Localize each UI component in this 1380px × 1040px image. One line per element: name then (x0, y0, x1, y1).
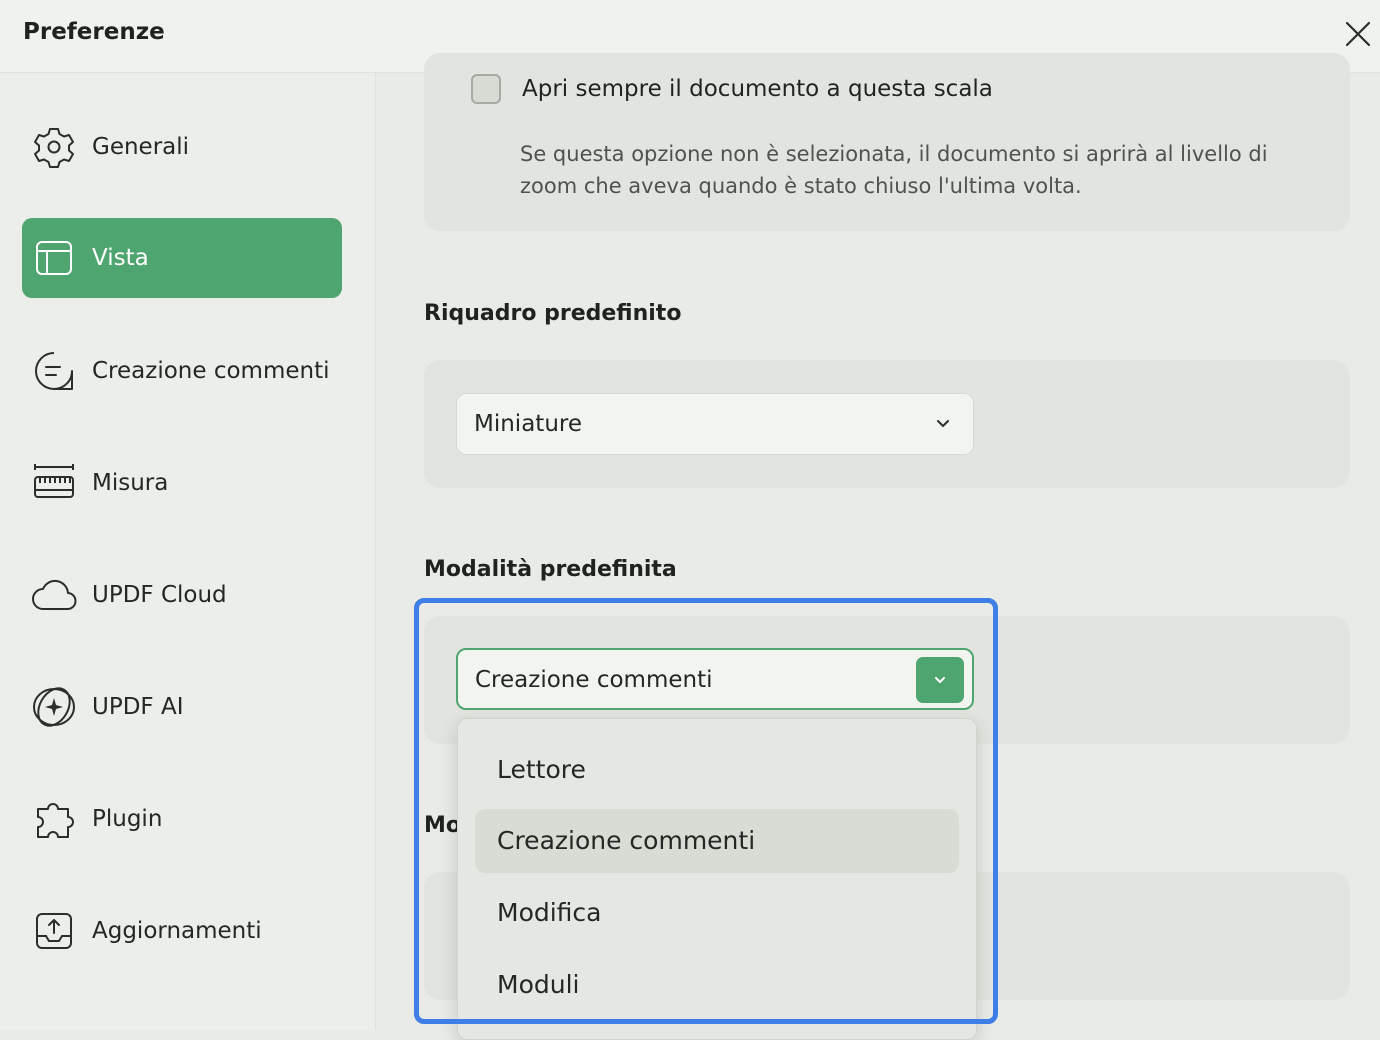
sidebar-item-generali[interactable]: Generali (22, 107, 342, 187)
default-mode-value: Creazione commenti (475, 667, 713, 693)
default-panel-heading: Riquadro predefinito (424, 301, 682, 326)
dropdown-toggle[interactable] (916, 657, 964, 703)
window-title: Preferenze (23, 19, 165, 45)
sidebar-item-updf-ai[interactable]: UPDF AI (22, 667, 342, 747)
ai-sparkle-icon (30, 683, 78, 731)
open-at-scale-checkbox[interactable] (471, 74, 501, 104)
sidebar: Generali Vista Creazione commenti Misura… (0, 73, 376, 1030)
option-modifica[interactable]: Modifica (475, 881, 959, 945)
cloud-icon (30, 571, 78, 619)
default-panel-select[interactable]: Miniature (456, 393, 974, 455)
sidebar-item-creazione-commenti[interactable]: Creazione commenti (22, 331, 342, 411)
sidebar-item-label: Generali (92, 134, 190, 160)
sidebar-item-misura[interactable]: Misura (22, 443, 342, 523)
sidebar-item-updf-cloud[interactable]: UPDF Cloud (22, 555, 342, 635)
chevron-down-icon (937, 420, 949, 427)
puzzle-icon (30, 795, 78, 843)
comment-icon (30, 347, 78, 395)
default-mode-heading: Modalità predefinita (424, 557, 677, 582)
sidebar-item-label: Misura (92, 470, 169, 496)
option-label: Lettore (497, 755, 586, 784)
sidebar-item-plugin[interactable]: Plugin (22, 779, 342, 859)
option-label: Moduli (497, 970, 580, 999)
sidebar-item-label: Vista (92, 245, 149, 271)
chevron-down-icon (935, 677, 945, 683)
close-button[interactable] (1338, 14, 1378, 54)
hidden-section-heading: Mo (424, 813, 462, 838)
gear-icon (30, 123, 78, 171)
option-label: Modifica (497, 898, 602, 927)
layout-icon (30, 234, 78, 282)
sidebar-item-aggiornamenti[interactable]: Aggiornamenti (22, 891, 342, 971)
close-icon (1345, 21, 1371, 47)
sidebar-item-label: UPDF AI (92, 694, 184, 720)
sidebar-item-label: Creazione commenti (92, 358, 330, 384)
sidebar-item-vista[interactable]: Vista (22, 218, 342, 298)
open-at-scale-description: Se questa opzione non è selezionata, il … (520, 142, 1268, 198)
option-creazione-commenti[interactable]: Creazione commenti (475, 809, 959, 873)
sidebar-item-label: UPDF Cloud (92, 582, 227, 608)
option-lettore[interactable]: Lettore (475, 738, 959, 802)
option-label: Creazione commenti (497, 826, 756, 855)
default-mode-dropdown: Lettore Creazione commenti Modifica Modu… (457, 718, 977, 1040)
open-at-scale-label: Apri sempre il documento a questa scala (522, 76, 993, 102)
default-panel-value: Miniature (474, 411, 582, 437)
option-moduli[interactable]: Moduli (475, 953, 959, 1017)
sidebar-item-label: Aggiornamenti (92, 918, 262, 944)
default-mode-select[interactable]: Creazione commenti (456, 648, 974, 710)
sidebar-item-label: Plugin (92, 806, 163, 832)
upload-update-icon (30, 907, 78, 955)
ruler-icon (30, 459, 78, 507)
